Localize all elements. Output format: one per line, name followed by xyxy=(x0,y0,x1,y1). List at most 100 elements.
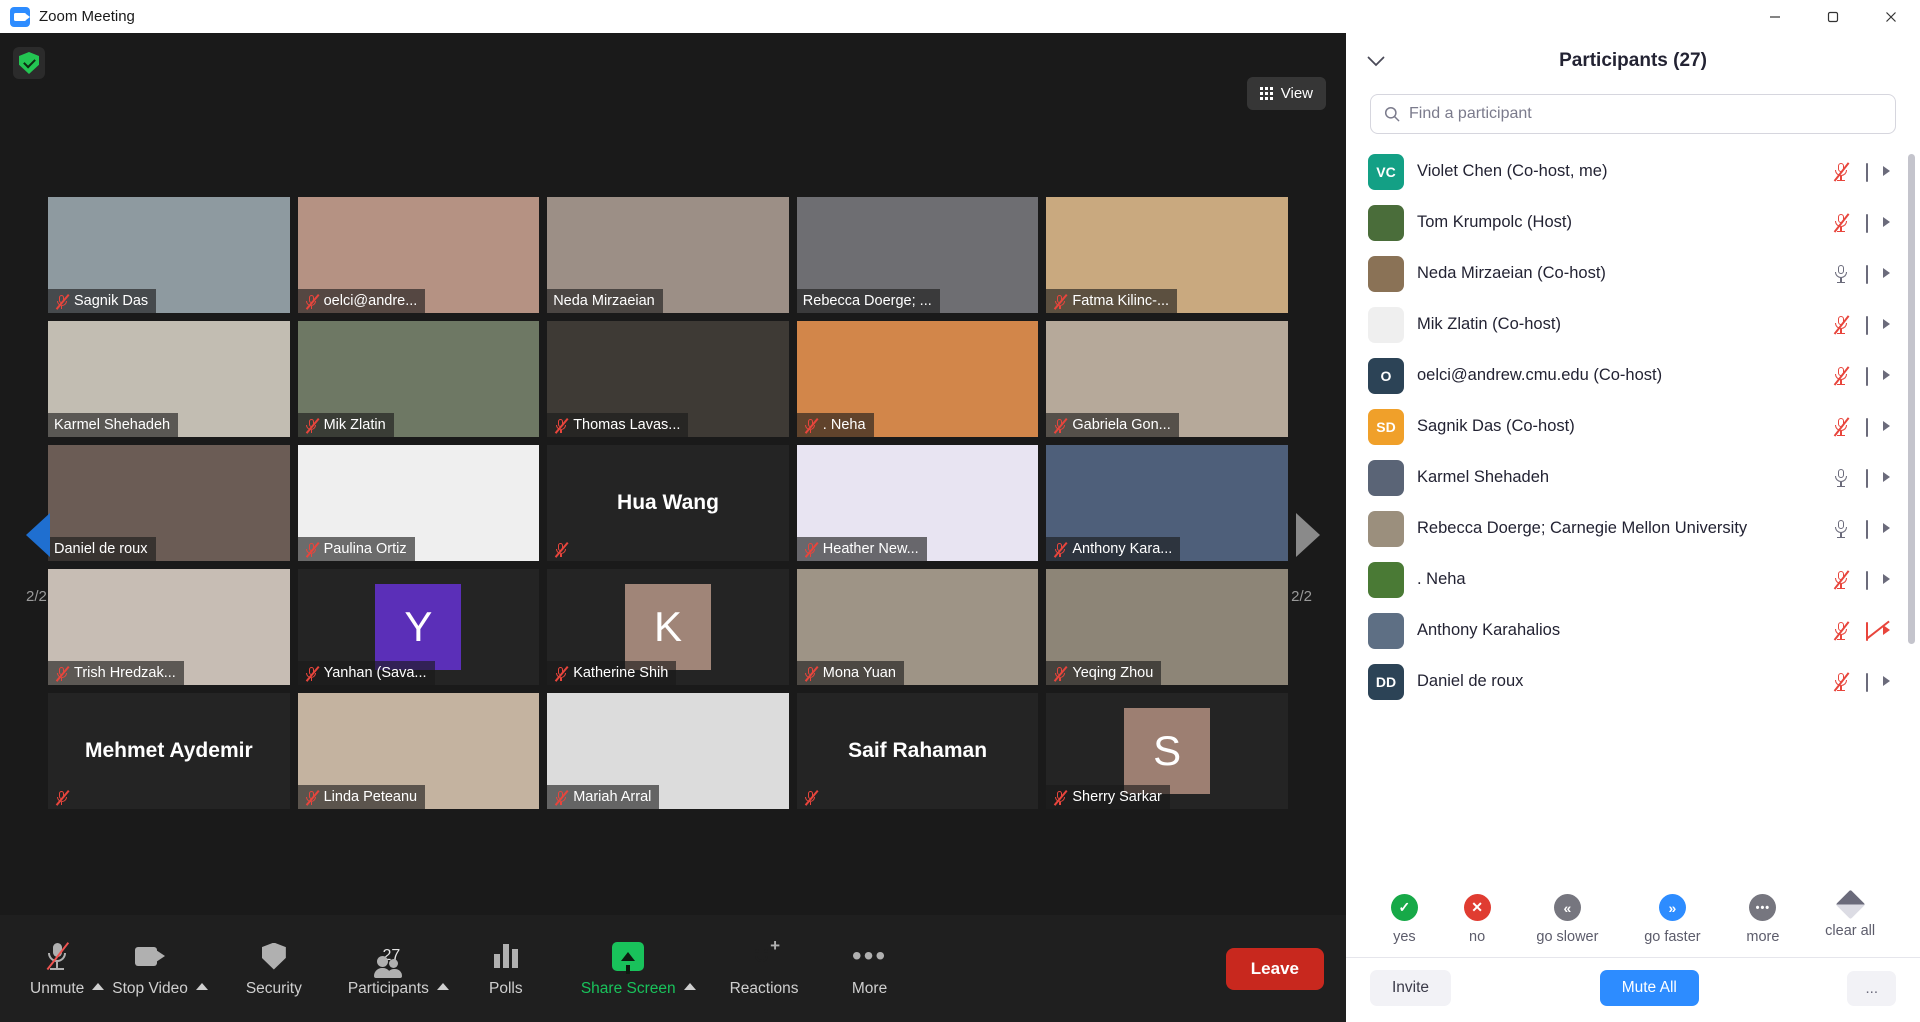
reaction-smiley-icon: + xyxy=(749,937,780,973)
video-tile[interactable]: Anthony Kara... xyxy=(1046,445,1288,561)
unmute-button[interactable]: Unmute xyxy=(22,930,92,1008)
mute-all-button[interactable]: Mute All xyxy=(1599,970,1699,1006)
video-tile[interactable]: Mona Yuan xyxy=(796,569,1039,685)
poll-bars-icon xyxy=(493,939,518,973)
next-page-arrow[interactable] xyxy=(1296,513,1320,557)
mic-icon[interactable] xyxy=(1833,468,1849,488)
participant-row[interactable]: SD Sagnik Das (Co-host) xyxy=(1346,401,1914,452)
tile-participant-name: Paulina Ortiz xyxy=(323,541,407,557)
close-button[interactable] xyxy=(1862,0,1920,33)
video-tile[interactable]: Heather New... xyxy=(796,445,1039,561)
polls-button[interactable]: Polls xyxy=(473,930,539,1008)
participants-options-caret[interactable] xyxy=(436,982,449,990)
participant-row[interactable]: Tom Krumpolc (Host) xyxy=(1346,197,1914,248)
prev-page-arrow[interactable] xyxy=(26,513,50,557)
video-tile[interactable]: Saif Rahaman xyxy=(796,693,1039,809)
mic-muted-icon[interactable] xyxy=(1833,569,1850,590)
mic-icon[interactable] xyxy=(1833,519,1849,539)
participants-scrollbar[interactable] xyxy=(1908,154,1915,644)
reaction-go-faster[interactable]: » go faster xyxy=(1644,894,1701,945)
camera-icon[interactable] xyxy=(1866,316,1890,335)
video-tile[interactable]: Linda Peteanu xyxy=(297,693,540,809)
tile-name-tag: Yeqing Zhou xyxy=(1046,661,1162,685)
camera-icon[interactable] xyxy=(1866,265,1890,284)
reaction-yes[interactable]: ✓ yes xyxy=(1390,894,1418,945)
video-tile[interactable]: Gabriela Gon... xyxy=(1046,321,1288,437)
video-tile[interactable]: oelci@andre... xyxy=(297,197,540,313)
mic-muted-icon xyxy=(304,789,319,806)
camera-icon[interactable] xyxy=(1866,571,1890,590)
camera-icon[interactable] xyxy=(1866,367,1890,386)
video-tile-grid: Sagnik Das oelci@andre... Neda Mirzaeian Re… xyxy=(48,197,1288,809)
reactions-button[interactable]: + Reactions xyxy=(722,930,807,1008)
video-tile[interactable]: Thomas Lavas... xyxy=(547,321,789,437)
mic-muted-icon xyxy=(43,939,71,973)
audio-options-caret[interactable] xyxy=(92,982,105,990)
search-input[interactable] xyxy=(1409,105,1882,123)
mic-muted-icon[interactable] xyxy=(1833,212,1850,233)
panel-more-button[interactable]: ... xyxy=(1847,970,1896,1006)
participant-row[interactable]: DD Daniel de roux xyxy=(1346,656,1914,707)
video-tile[interactable]: Paulina Ortiz xyxy=(297,445,540,561)
maximize-button[interactable] xyxy=(1804,0,1862,33)
participant-row[interactable]: VC Violet Chen (Co-host, me) xyxy=(1346,146,1914,197)
reaction-no[interactable]: ✕ no xyxy=(1463,894,1491,945)
mic-muted-icon[interactable] xyxy=(1833,671,1850,692)
leave-button[interactable]: Leave xyxy=(1225,947,1324,990)
tile-participant-name: Sherry Sarkar xyxy=(1072,789,1162,805)
video-tile[interactable]: Mehmet Aydemir xyxy=(48,693,290,809)
video-tile[interactable]: Neda Mirzaeian xyxy=(547,197,789,313)
reaction-more[interactable]: ••• more xyxy=(1746,894,1779,945)
security-button[interactable]: Security xyxy=(238,930,310,1008)
camera-icon[interactable] xyxy=(1866,469,1890,488)
camera-icon[interactable] xyxy=(1866,520,1890,539)
participant-row[interactable]: Mik Zlatin (Co-host) xyxy=(1346,299,1914,350)
meeting-security-badge[interactable] xyxy=(13,47,45,79)
mic-muted-icon[interactable] xyxy=(1833,365,1850,386)
reaction-go-slower[interactable]: « go slower xyxy=(1536,894,1598,945)
video-tile[interactable]: Sagnik Das xyxy=(48,197,290,313)
mic-muted-icon[interactable] xyxy=(1833,416,1850,437)
video-tile[interactable]: Mariah Arral xyxy=(547,693,789,809)
mic-icon[interactable] xyxy=(1833,264,1849,284)
participant-row[interactable]: Ooelci@andrew.cmu.edu (Co-host) xyxy=(1346,350,1914,401)
minimize-button[interactable] xyxy=(1746,0,1804,33)
camera-icon[interactable] xyxy=(1866,673,1890,692)
video-tile[interactable]: Mik Zlatin xyxy=(297,321,540,437)
video-tile[interactable]: . Neha xyxy=(796,321,1039,437)
video-tile[interactable]: Yeqing Zhou xyxy=(1046,569,1288,685)
video-options-caret[interactable] xyxy=(195,982,208,990)
video-tile[interactable]: Y Yanhan (Sava... xyxy=(297,569,540,685)
stop-video-button[interactable]: Stop Video xyxy=(104,930,196,1008)
camera-off-icon[interactable] xyxy=(1866,620,1890,641)
video-tile[interactable]: Trish Hredzak... xyxy=(48,569,290,685)
video-tile[interactable]: Hua Wang xyxy=(547,445,789,561)
video-tile[interactable]: K Katherine Shih xyxy=(547,569,789,685)
invite-button[interactable]: Invite xyxy=(1370,970,1452,1006)
participant-row[interactable]: Anthony Karahalios xyxy=(1346,605,1914,656)
video-tile[interactable]: S Sherry Sarkar xyxy=(1046,693,1288,809)
camera-icon[interactable] xyxy=(1866,418,1890,437)
participant-row[interactable]: Karmel Shehadeh xyxy=(1346,452,1914,503)
participant-row[interactable]: . Neha xyxy=(1346,554,1914,605)
participant-search-box[interactable] xyxy=(1370,94,1896,134)
mic-muted-icon[interactable] xyxy=(1833,161,1850,182)
video-tile[interactable]: Karmel Shehadeh xyxy=(48,321,290,437)
more-button[interactable]: ••• More xyxy=(837,930,903,1008)
mic-muted-icon[interactable] xyxy=(1833,314,1850,335)
participant-row[interactable]: Neda Mirzaeian (Co-host) xyxy=(1346,248,1914,299)
participants-button[interactable]: 27 Participants xyxy=(340,930,437,1008)
reaction-clear-all[interactable]: clear all xyxy=(1825,889,1875,939)
tile-name-tag xyxy=(48,785,77,809)
camera-icon[interactable] xyxy=(1866,163,1890,182)
video-tile[interactable]: Daniel de roux xyxy=(48,445,290,561)
tile-name-tag: Linda Peteanu xyxy=(297,785,426,809)
camera-icon[interactable] xyxy=(1866,214,1890,233)
mic-muted-icon[interactable] xyxy=(1833,620,1850,641)
view-button[interactable]: View xyxy=(1246,77,1326,110)
video-tile[interactable]: Fatma Kilinc-... xyxy=(1046,197,1288,313)
share-options-caret[interactable] xyxy=(683,982,696,990)
participant-row[interactable]: Rebecca Doerge; Carnegie Mellon Universi… xyxy=(1346,503,1914,554)
share-screen-button[interactable]: Share Screen xyxy=(573,930,684,1008)
video-tile[interactable]: Rebecca Doerge; ... xyxy=(796,197,1039,313)
